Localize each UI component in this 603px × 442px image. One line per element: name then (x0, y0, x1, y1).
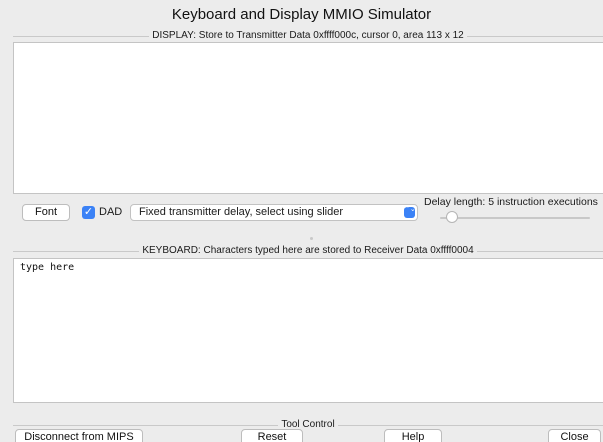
delay-slider-track[interactable] (440, 217, 590, 219)
display-group-title: DISPLAY: Store to Transmitter Data 0xfff… (149, 30, 467, 41)
keyboard-input-area[interactable]: type here (13, 258, 603, 403)
select-arrows-icon: ⌃⌄ (404, 206, 416, 218)
tool-control-group: Tool Control (13, 419, 603, 430)
disconnect-from-mips-button[interactable]: Disconnect from MIPS (15, 429, 143, 442)
keyboard-group: KEYBOARD: Characters typed here are stor… (13, 245, 603, 256)
checkmark-icon: ✓ (83, 206, 94, 218)
font-button[interactable]: Font (22, 204, 70, 221)
reset-button[interactable]: Reset (241, 429, 303, 442)
display-group: DISPLAY: Store to Transmitter Data 0xfff… (13, 30, 603, 41)
dad-label: DAD (99, 206, 123, 218)
display-output-area[interactable] (13, 42, 603, 194)
close-button[interactable]: Close (548, 429, 601, 442)
mmio-simulator-window: Keyboard and Display MMIO Simulator DISP… (0, 0, 603, 442)
window-title: Keyboard and Display MMIO Simulator (171, 6, 432, 23)
delay-mode-selected-value: Fixed transmitter delay, select using sl… (139, 206, 343, 218)
delay-length-label: Delay length: 5 instruction executions (424, 196, 598, 208)
dad-checkbox[interactable]: ✓ (82, 206, 95, 219)
keyboard-group-title: KEYBOARD: Characters typed here are stor… (139, 245, 477, 256)
help-button[interactable]: Help (384, 429, 442, 442)
delay-mode-select[interactable]: Fixed transmitter delay, select using sl… (130, 204, 418, 221)
delay-slider-thumb[interactable] (446, 211, 458, 223)
split-pane-divider-handle[interactable] (310, 237, 313, 240)
